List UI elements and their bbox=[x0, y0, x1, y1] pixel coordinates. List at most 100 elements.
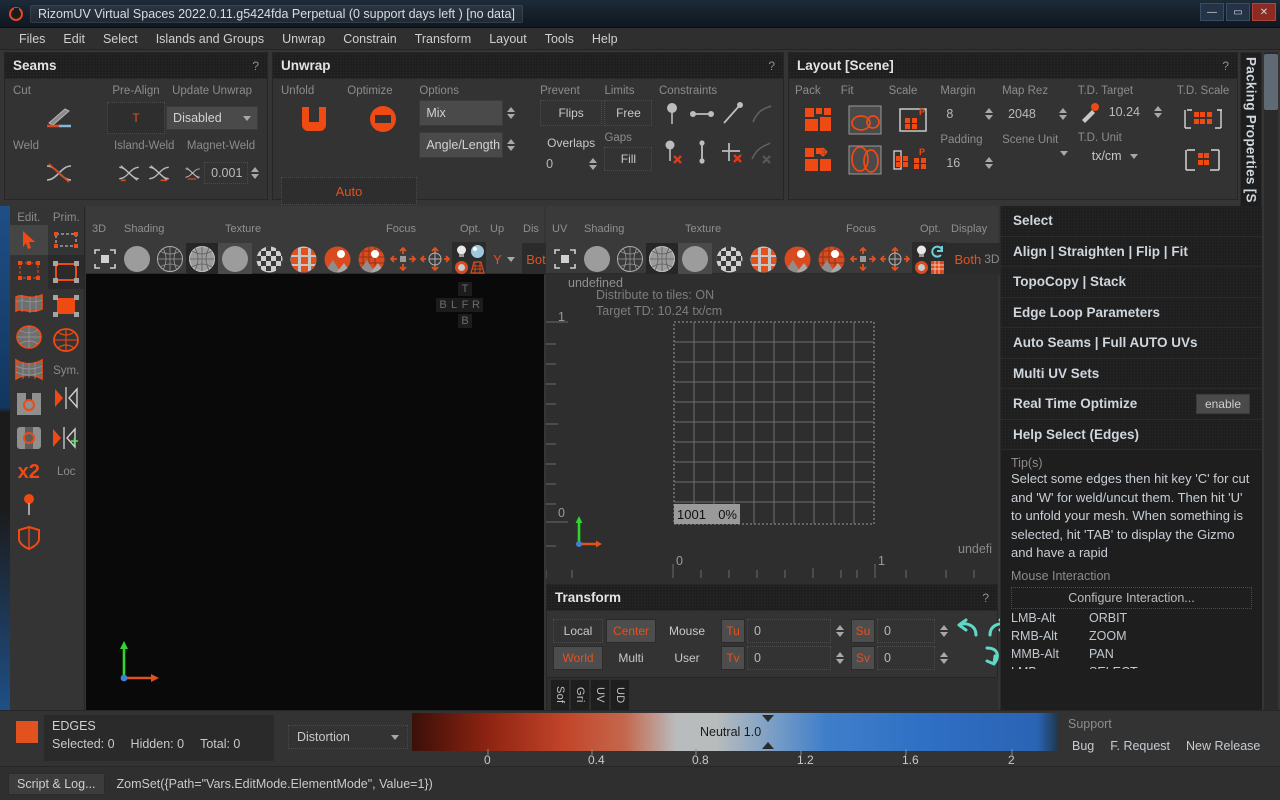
light-icon[interactable] bbox=[914, 244, 929, 259]
tool-rect-select[interactable] bbox=[10, 255, 48, 287]
menu-constrain[interactable]: Constrain bbox=[334, 30, 406, 48]
prim-rect-dashed[interactable] bbox=[48, 225, 84, 255]
transform-su-label[interactable]: Su bbox=[851, 619, 875, 643]
vp3d-focus-all[interactable] bbox=[418, 245, 452, 273]
td-target-value[interactable]: 10.24 bbox=[1103, 100, 1149, 124]
scale-packed-alt-icon[interactable]: P bbox=[892, 145, 936, 175]
right-scrollbar[interactable] bbox=[1264, 52, 1278, 710]
menu-unwrap[interactable]: Unwrap bbox=[273, 30, 334, 48]
seams-help-icon[interactable]: ? bbox=[252, 59, 259, 73]
prevent-flips-toggle[interactable]: Flips bbox=[540, 100, 602, 126]
magnet-weld-icon[interactable] bbox=[183, 161, 202, 185]
constraint-pin-delete-icon[interactable] bbox=[659, 138, 685, 166]
menu-files[interactable]: Files bbox=[10, 30, 54, 48]
viewport-3d[interactable]: T B L F R B bbox=[86, 274, 544, 710]
transform-su-value[interactable]: 0 bbox=[877, 619, 935, 643]
margin-stepper[interactable] bbox=[982, 108, 995, 120]
transform-sv-label[interactable]: Sv bbox=[851, 646, 875, 670]
transform-tv-stepper[interactable] bbox=[833, 652, 846, 664]
layout-help-icon[interactable]: ? bbox=[1222, 59, 1229, 73]
vtab-soft[interactable]: Sof bbox=[551, 680, 569, 710]
transform-mouse-button[interactable]: Mouse bbox=[659, 619, 715, 643]
tool-grid-mesh[interactable] bbox=[10, 353, 48, 387]
vp3d-texture-image[interactable] bbox=[320, 245, 354, 273]
prealign-toggle[interactable]: T bbox=[107, 102, 165, 134]
unwrap-auto-button[interactable]: Auto bbox=[281, 177, 417, 205]
packing-properties-tab[interactable]: Packing Properties [S bbox=[1240, 52, 1262, 212]
close-button[interactable]: ✕ bbox=[1252, 3, 1276, 21]
menu-tools[interactable]: Tools bbox=[536, 30, 583, 48]
viewport-uv[interactable]: undefined Distribute to tiles: ON Target… bbox=[546, 274, 998, 584]
fit-alt-icon[interactable] bbox=[848, 145, 882, 175]
transform-multi-button[interactable]: Multi bbox=[606, 646, 656, 670]
update-unwrap-select[interactable]: Disabled bbox=[166, 106, 258, 130]
cut-button[interactable] bbox=[13, 98, 107, 138]
section-align-straighten-flip-fit[interactable]: Align | Straighten | Flip | Fit bbox=[1001, 237, 1262, 268]
eyedropper-icon[interactable] bbox=[1078, 100, 1100, 124]
map-rez-stepper[interactable] bbox=[1056, 108, 1069, 120]
tool-x2[interactable]: x2 bbox=[10, 455, 48, 489]
td-scale-icon[interactable] bbox=[1183, 106, 1223, 134]
transform-center-button[interactable]: Center bbox=[606, 619, 656, 643]
grid-opt-icon[interactable] bbox=[470, 260, 485, 275]
vp3d-texture-image-uv[interactable] bbox=[354, 245, 388, 273]
real-time-optimize-enable-button[interactable]: enable bbox=[1196, 394, 1250, 414]
margin-value[interactable]: 8 bbox=[940, 102, 980, 126]
scale-packed-icon[interactable]: P bbox=[898, 105, 930, 135]
pack-icon[interactable] bbox=[803, 106, 833, 134]
tool-full-shell[interactable] bbox=[10, 421, 48, 455]
transform-su-stepper[interactable] bbox=[937, 625, 950, 637]
tool-cursor[interactable] bbox=[10, 225, 48, 255]
vpuv-frame-button[interactable] bbox=[550, 245, 580, 273]
transform-user-button[interactable]: User bbox=[659, 646, 715, 670]
transform-tv-value[interactable]: 0 bbox=[747, 646, 831, 670]
vpuv-shading-flat[interactable] bbox=[580, 245, 614, 273]
unwrap-anglelength-select[interactable]: Angle/Length bbox=[419, 132, 503, 158]
menu-transform[interactable]: Transform bbox=[406, 30, 481, 48]
menu-select[interactable]: Select bbox=[94, 30, 147, 48]
vpuv-focus-all[interactable] bbox=[878, 245, 912, 273]
vp3d-frame-button[interactable] bbox=[90, 245, 120, 273]
viewcube-bottom[interactable]: B bbox=[458, 314, 472, 328]
tool-shield[interactable] bbox=[10, 521, 48, 555]
island-weld-icon[interactable] bbox=[116, 161, 142, 185]
support-link-feature-request[interactable]: F. Request bbox=[1110, 739, 1170, 753]
prim-filled-rect[interactable] bbox=[48, 289, 84, 323]
limits-free-toggle[interactable]: Free bbox=[604, 100, 652, 126]
transform-world-button[interactable]: World bbox=[553, 646, 603, 670]
transform-sv-value[interactable]: 0 bbox=[877, 646, 935, 670]
constraint-curve-delete-icon[interactable] bbox=[749, 138, 775, 166]
unwrap-anglelength-stepper[interactable] bbox=[504, 139, 517, 151]
menu-edit[interactable]: Edit bbox=[54, 30, 94, 48]
scene-unit-chevron-down-icon[interactable] bbox=[1060, 151, 1068, 156]
vp3d-opt-group[interactable] bbox=[452, 242, 486, 276]
undo-arrow-icon[interactable] bbox=[954, 618, 980, 640]
transform-tu-label[interactable]: Tu bbox=[721, 619, 745, 643]
vp3d-shading-wire-shaded[interactable] bbox=[186, 243, 218, 275]
vpuv-texture-checker[interactable] bbox=[712, 245, 746, 273]
transform-tv-label[interactable]: Tv bbox=[721, 646, 745, 670]
transform-local-button[interactable]: Local bbox=[553, 619, 603, 643]
viewcube-right[interactable]: R bbox=[469, 298, 483, 312]
section-select[interactable]: Select bbox=[1001, 206, 1262, 237]
unwrap-help-icon[interactable]: ? bbox=[768, 59, 775, 73]
refresh-icon[interactable] bbox=[930, 244, 945, 259]
fit-icon[interactable] bbox=[848, 105, 882, 135]
magnet-weld-stepper[interactable] bbox=[250, 167, 259, 179]
vpuv-shading-wire[interactable] bbox=[614, 245, 646, 273]
vp3d-shading-wire[interactable] bbox=[154, 245, 186, 273]
maximize-button[interactable]: ▭ bbox=[1226, 3, 1250, 21]
prim-sphere[interactable] bbox=[48, 323, 84, 357]
transform-sv-stepper[interactable] bbox=[937, 652, 950, 664]
minimize-button[interactable]: — bbox=[1200, 3, 1224, 21]
limits-fill-toggle[interactable]: Fill bbox=[604, 147, 652, 171]
vpuv-display-toggle[interactable]: Both 3D bbox=[946, 243, 1008, 275]
constraint-vertical-line-icon[interactable] bbox=[689, 138, 715, 166]
section-multi-uv-sets[interactable]: Multi UV Sets bbox=[1001, 359, 1262, 390]
menu-layout[interactable]: Layout bbox=[480, 30, 536, 48]
vp3d-focus-selection[interactable] bbox=[388, 245, 418, 273]
prevent-value[interactable]: 0 bbox=[540, 154, 584, 174]
padding-value[interactable]: 16 bbox=[940, 151, 980, 175]
tool-pin[interactable] bbox=[10, 489, 48, 521]
transform-help-icon[interactable]: ? bbox=[982, 591, 989, 605]
